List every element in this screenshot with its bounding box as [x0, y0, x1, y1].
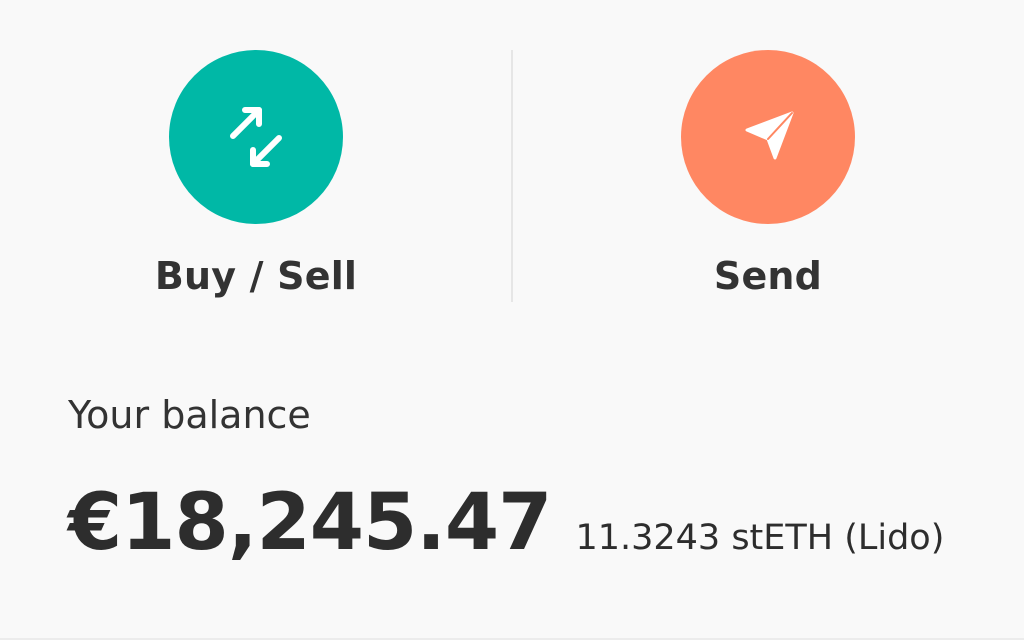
paper-plane-icon — [745, 111, 794, 160]
balance-fiat-amount: €18,245.47 — [68, 478, 552, 568]
balance-crypto-amount: 11.3243 stETH (Lido) — [575, 518, 945, 558]
send-button[interactable]: Send — [618, 50, 918, 310]
action-divider — [511, 50, 513, 302]
send-label: Send — [713, 254, 823, 298]
balance-title: Your balance — [68, 393, 311, 437]
wallet-screen: Buy / Sell Send Your balance €18,245.47 … — [0, 0, 1024, 640]
send-circle[interactable] — [681, 50, 855, 224]
swap-arrows-icon — [230, 107, 282, 167]
buy-sell-button[interactable]: Buy / Sell — [106, 50, 406, 310]
balance-row: €18,245.47 11.3243 stETH (Lido) — [68, 478, 944, 568]
buy-sell-label: Buy / Sell — [154, 254, 358, 298]
buy-sell-circle[interactable] — [169, 50, 343, 224]
